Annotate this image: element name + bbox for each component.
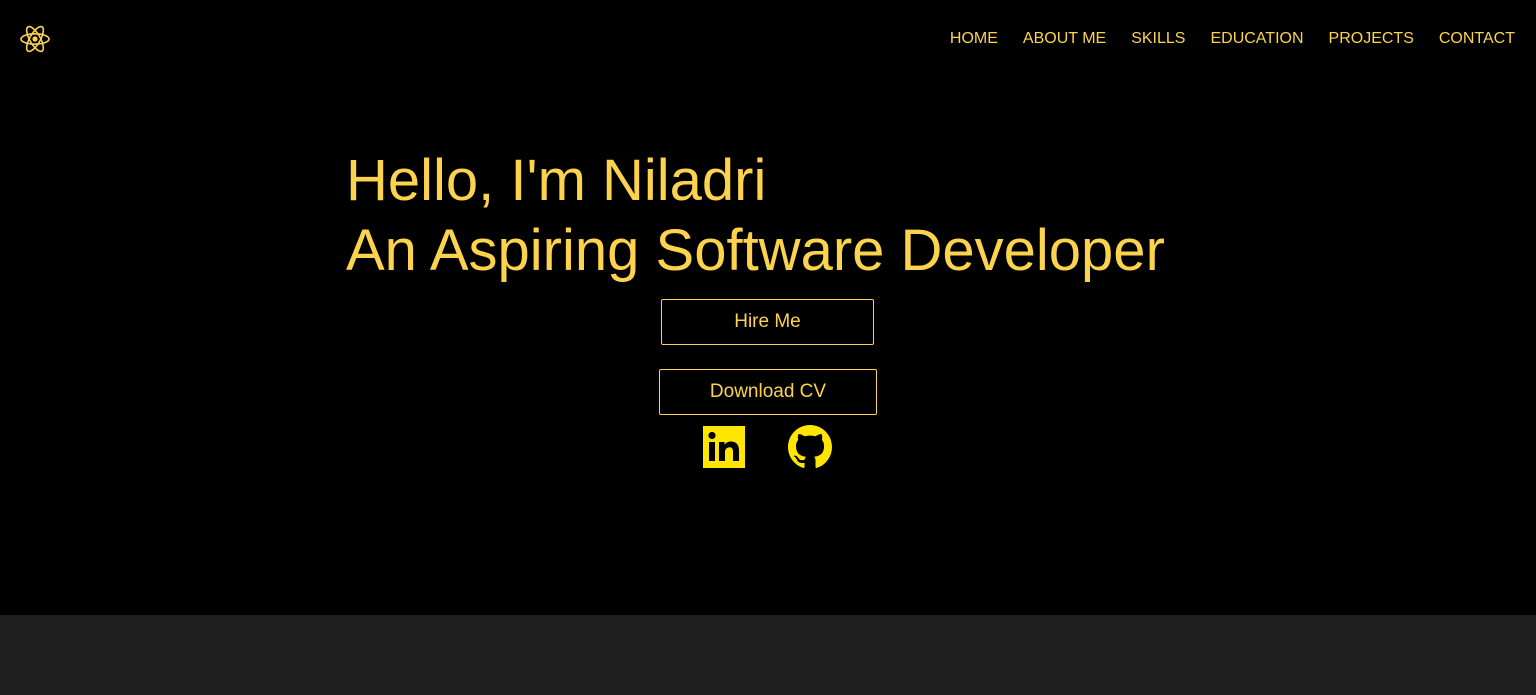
hero-section: HOME ABOUT ME SKILLS EDUCATION PROJECTS … <box>0 0 1536 615</box>
linkedin-icon[interactable] <box>702 425 746 469</box>
nav-education[interactable]: EDUCATION <box>1210 29 1303 49</box>
download-cv-button[interactable]: Download CV <box>659 369 877 415</box>
github-icon[interactable] <box>788 425 832 469</box>
nav-home[interactable]: HOME <box>950 29 998 49</box>
next-section <box>0 615 1536 695</box>
hero-headline: Hello, I'm Niladri An Aspiring Software … <box>346 146 1165 286</box>
hire-me-button[interactable]: Hire Me <box>661 299 874 345</box>
nav-about-me[interactable]: ABOUT ME <box>1023 29 1106 49</box>
main-nav: HOME ABOUT ME SKILLS EDUCATION PROJECTS … <box>950 29 1515 49</box>
hero-greeting: Hello, I'm Niladri <box>346 148 767 213</box>
react-atom-icon[interactable] <box>19 24 51 54</box>
nav-skills[interactable]: SKILLS <box>1131 29 1185 49</box>
nav-contact[interactable]: CONTACT <box>1439 29 1515 49</box>
hero-tagline: An Aspiring Software Developer <box>346 218 1165 283</box>
nav-projects[interactable]: PROJECTS <box>1329 29 1414 49</box>
